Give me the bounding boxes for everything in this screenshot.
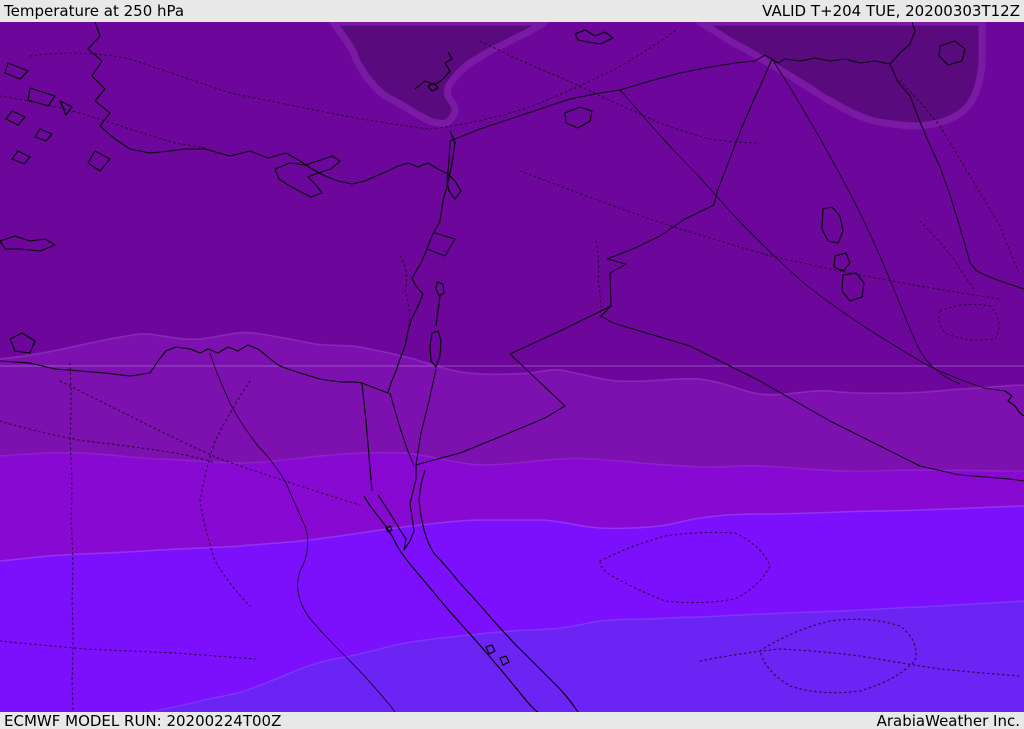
weather-map-canvas	[0, 22, 1024, 712]
model-run-label: ECMWF MODEL RUN: 20200224T00Z	[4, 711, 282, 729]
header-bar: Temperature at 250 hPa VALID T+204 TUE, …	[0, 0, 1024, 22]
weather-app-window: Temperature at 250 hPa VALID T+204 TUE, …	[0, 0, 1024, 729]
valid-time-label: VALID T+204 TUE, 20200303T12Z	[762, 2, 1020, 20]
page-title: Temperature at 250 hPa	[4, 2, 185, 20]
credit-label: ArabiaWeather Inc.	[876, 711, 1020, 729]
footer-bar: ECMWF MODEL RUN: 20200224T00Z ArabiaWeat…	[0, 712, 1024, 729]
weather-map	[0, 22, 1024, 712]
